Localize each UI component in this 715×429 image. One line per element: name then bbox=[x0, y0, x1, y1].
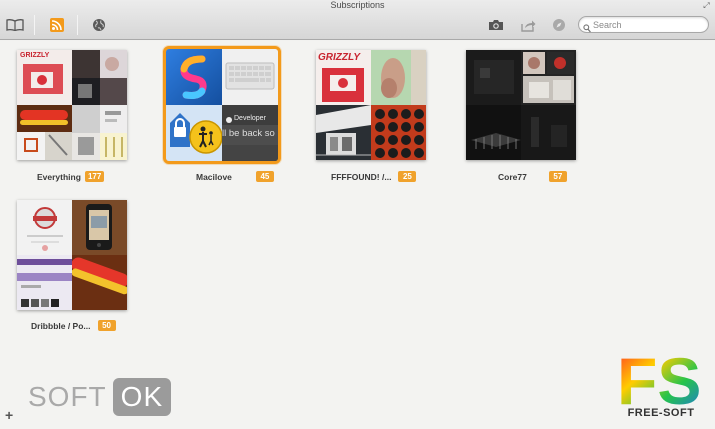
book-icon[interactable] bbox=[4, 15, 26, 35]
thumbnail-night-scene bbox=[466, 105, 521, 160]
compass-icon[interactable] bbox=[549, 15, 569, 35]
thumbnail-phone bbox=[72, 200, 127, 255]
thumbnail-photo bbox=[72, 50, 127, 105]
subscription-caption: Dribbble / Po... 50 bbox=[31, 320, 116, 331]
toolbar-separator bbox=[34, 15, 35, 35]
toolbar-separator bbox=[77, 15, 78, 35]
thumbnail-app-icon bbox=[166, 49, 222, 105]
subscription-caption: Core77 57 bbox=[498, 171, 567, 182]
thumbnail-grizzly: GRIZZLY bbox=[17, 50, 72, 105]
thumbnail-hotdog bbox=[17, 105, 72, 160]
thumbnail-web-ui bbox=[17, 255, 72, 310]
subscription-caption: FFFFOUND! /... 25 bbox=[331, 171, 417, 182]
search-field[interactable] bbox=[578, 16, 709, 33]
thumbnail-caption: Developer bbox=[234, 115, 266, 122]
subscription-tile-ffffound[interactable]: GRIZZLY bbox=[316, 50, 426, 160]
thumbnail-caption: ll be back so bbox=[222, 128, 275, 139]
freesoft-mark: FS bbox=[617, 348, 701, 410]
subscriptions-grid: GRIZZLY Everything 177 Developer ll be b… bbox=[0, 41, 715, 429]
subscription-tile-macilove[interactable]: Developer ll be back so bbox=[163, 46, 281, 164]
thumbnail-keyboard bbox=[222, 49, 278, 105]
camera-icon[interactable] bbox=[486, 15, 506, 35]
subscription-tile-dribbble[interactable] bbox=[17, 200, 127, 310]
window-toolbar: Subscriptions ⤢ bbox=[0, 0, 715, 40]
window-title: Subscriptions bbox=[330, 0, 385, 10]
unread-count-badge: 50 bbox=[97, 320, 116, 331]
fullscreen-icon[interactable]: ⤢ bbox=[702, 1, 711, 10]
thumbnail-caption: GRIZZLY bbox=[318, 52, 361, 63]
subscription-tile-core77[interactable] bbox=[466, 50, 576, 160]
thumbnail-developer: Developer ll be back so bbox=[222, 105, 278, 161]
search-input[interactable] bbox=[593, 18, 703, 31]
thumbnail-dark bbox=[521, 105, 576, 160]
watermark-text: SOFT bbox=[28, 381, 107, 412]
subscription-name: FFFFOUND! /... bbox=[331, 171, 392, 182]
thumbnail-architecture bbox=[316, 105, 371, 160]
search-icon bbox=[583, 20, 591, 38]
thumbnail-grizzly: GRIZZLY bbox=[316, 50, 371, 105]
share-icon[interactable] bbox=[518, 15, 538, 35]
unread-count-badge: 25 bbox=[398, 171, 417, 182]
subscription-name: Core77 bbox=[498, 171, 527, 182]
subscription-caption: Everything 177 bbox=[37, 171, 105, 182]
add-subscription-icon[interactable]: + bbox=[5, 408, 13, 422]
unread-count-badge: 45 bbox=[255, 171, 274, 182]
subscription-tile-everything[interactable]: GRIZZLY bbox=[17, 50, 127, 160]
rss-icon[interactable] bbox=[48, 15, 66, 35]
thumbnail-logo-design bbox=[17, 200, 72, 255]
subscription-name: Macilove bbox=[196, 171, 232, 182]
unread-count-badge: 57 bbox=[548, 171, 567, 182]
subscription-name: Dribbble / Po... bbox=[31, 320, 91, 331]
freesoft-text: FREE-SOFT bbox=[627, 407, 695, 419]
thumbnail-collage bbox=[521, 50, 576, 105]
thumbnail-parental-controls bbox=[166, 105, 222, 161]
softok-watermark: SOFT OK bbox=[28, 378, 172, 416]
subscription-caption: Macilove 45 bbox=[196, 171, 274, 182]
thumbnail-hotdog bbox=[72, 255, 127, 310]
thumbnail-design bbox=[72, 105, 127, 160]
thumbnail-pattern bbox=[371, 105, 426, 160]
globe-icon[interactable] bbox=[90, 15, 108, 35]
thumbnail-caption: GRIZZLY bbox=[20, 52, 50, 59]
watermark-text: OK bbox=[112, 378, 172, 416]
subscription-name: Everything bbox=[37, 171, 81, 182]
unread-count-badge: 177 bbox=[84, 171, 105, 182]
thumbnail-photo bbox=[371, 50, 426, 105]
thumbnail-dark bbox=[466, 50, 521, 105]
